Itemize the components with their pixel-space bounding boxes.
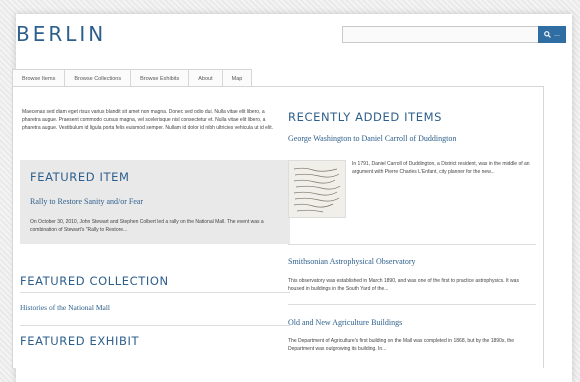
featured-item-link[interactable]: Rally to Restore Sanity and/or Fear	[30, 197, 143, 206]
manuscript-thumbnail[interactable]	[288, 160, 346, 218]
divider	[20, 292, 290, 293]
search-input[interactable]	[342, 26, 538, 43]
featured-exhibit-heading: FEATURED EXHIBIT	[20, 334, 140, 348]
tab-browse-collections[interactable]: Browse Collections	[64, 69, 132, 87]
recent-item-title[interactable]: George Washington to Daniel Carroll of D…	[288, 134, 456, 143]
featured-collection-heading: FEATURED COLLECTION	[20, 274, 169, 288]
site-title[interactable]: BERLIN	[16, 22, 106, 46]
featured-collection-link[interactable]: Histories of the National Mall	[20, 303, 110, 312]
search-bar: ...	[342, 26, 566, 43]
recent-item-title[interactable]: Old and New Agriculture Buildings	[288, 318, 402, 327]
featured-item-box: FEATURED ITEM Rally to Restore Sanity an…	[20, 160, 290, 244]
tab-browse-items[interactable]: Browse Items	[12, 69, 66, 87]
search-button[interactable]: ...	[538, 26, 566, 43]
tab-about[interactable]: About	[188, 69, 223, 87]
tab-browse-exhibits[interactable]: Browse Exhibits	[130, 69, 190, 87]
search-options-label: ...	[554, 31, 560, 38]
recent-item-title[interactable]: Smithsonian Astrophysical Observatory	[288, 257, 416, 266]
tab-map[interactable]: Map	[221, 69, 253, 87]
recent-item-description: The Department of Agriculture's first bu…	[288, 338, 515, 352]
recently-added-heading: RECENTLY ADDED ITEMS	[288, 110, 442, 124]
intro-text: Maecenas sed diam eget risus varius blan…	[22, 109, 273, 131]
main-nav-tabs: Browse Items Browse Collections Browse E…	[12, 69, 253, 87]
manuscript-image-icon	[289, 161, 345, 217]
divider	[288, 304, 536, 305]
featured-item-heading: FEATURED ITEM	[30, 170, 130, 184]
featured-item-description: On October 30, 2010, John Stewart and St…	[30, 219, 264, 233]
divider	[20, 325, 290, 326]
search-icon	[544, 31, 551, 38]
recent-item-description: In 1791, Daniel Carroll of Duddington, a…	[352, 161, 530, 175]
recent-item-description: This observatory was established in Marc…	[288, 278, 519, 292]
divider	[288, 244, 536, 245]
